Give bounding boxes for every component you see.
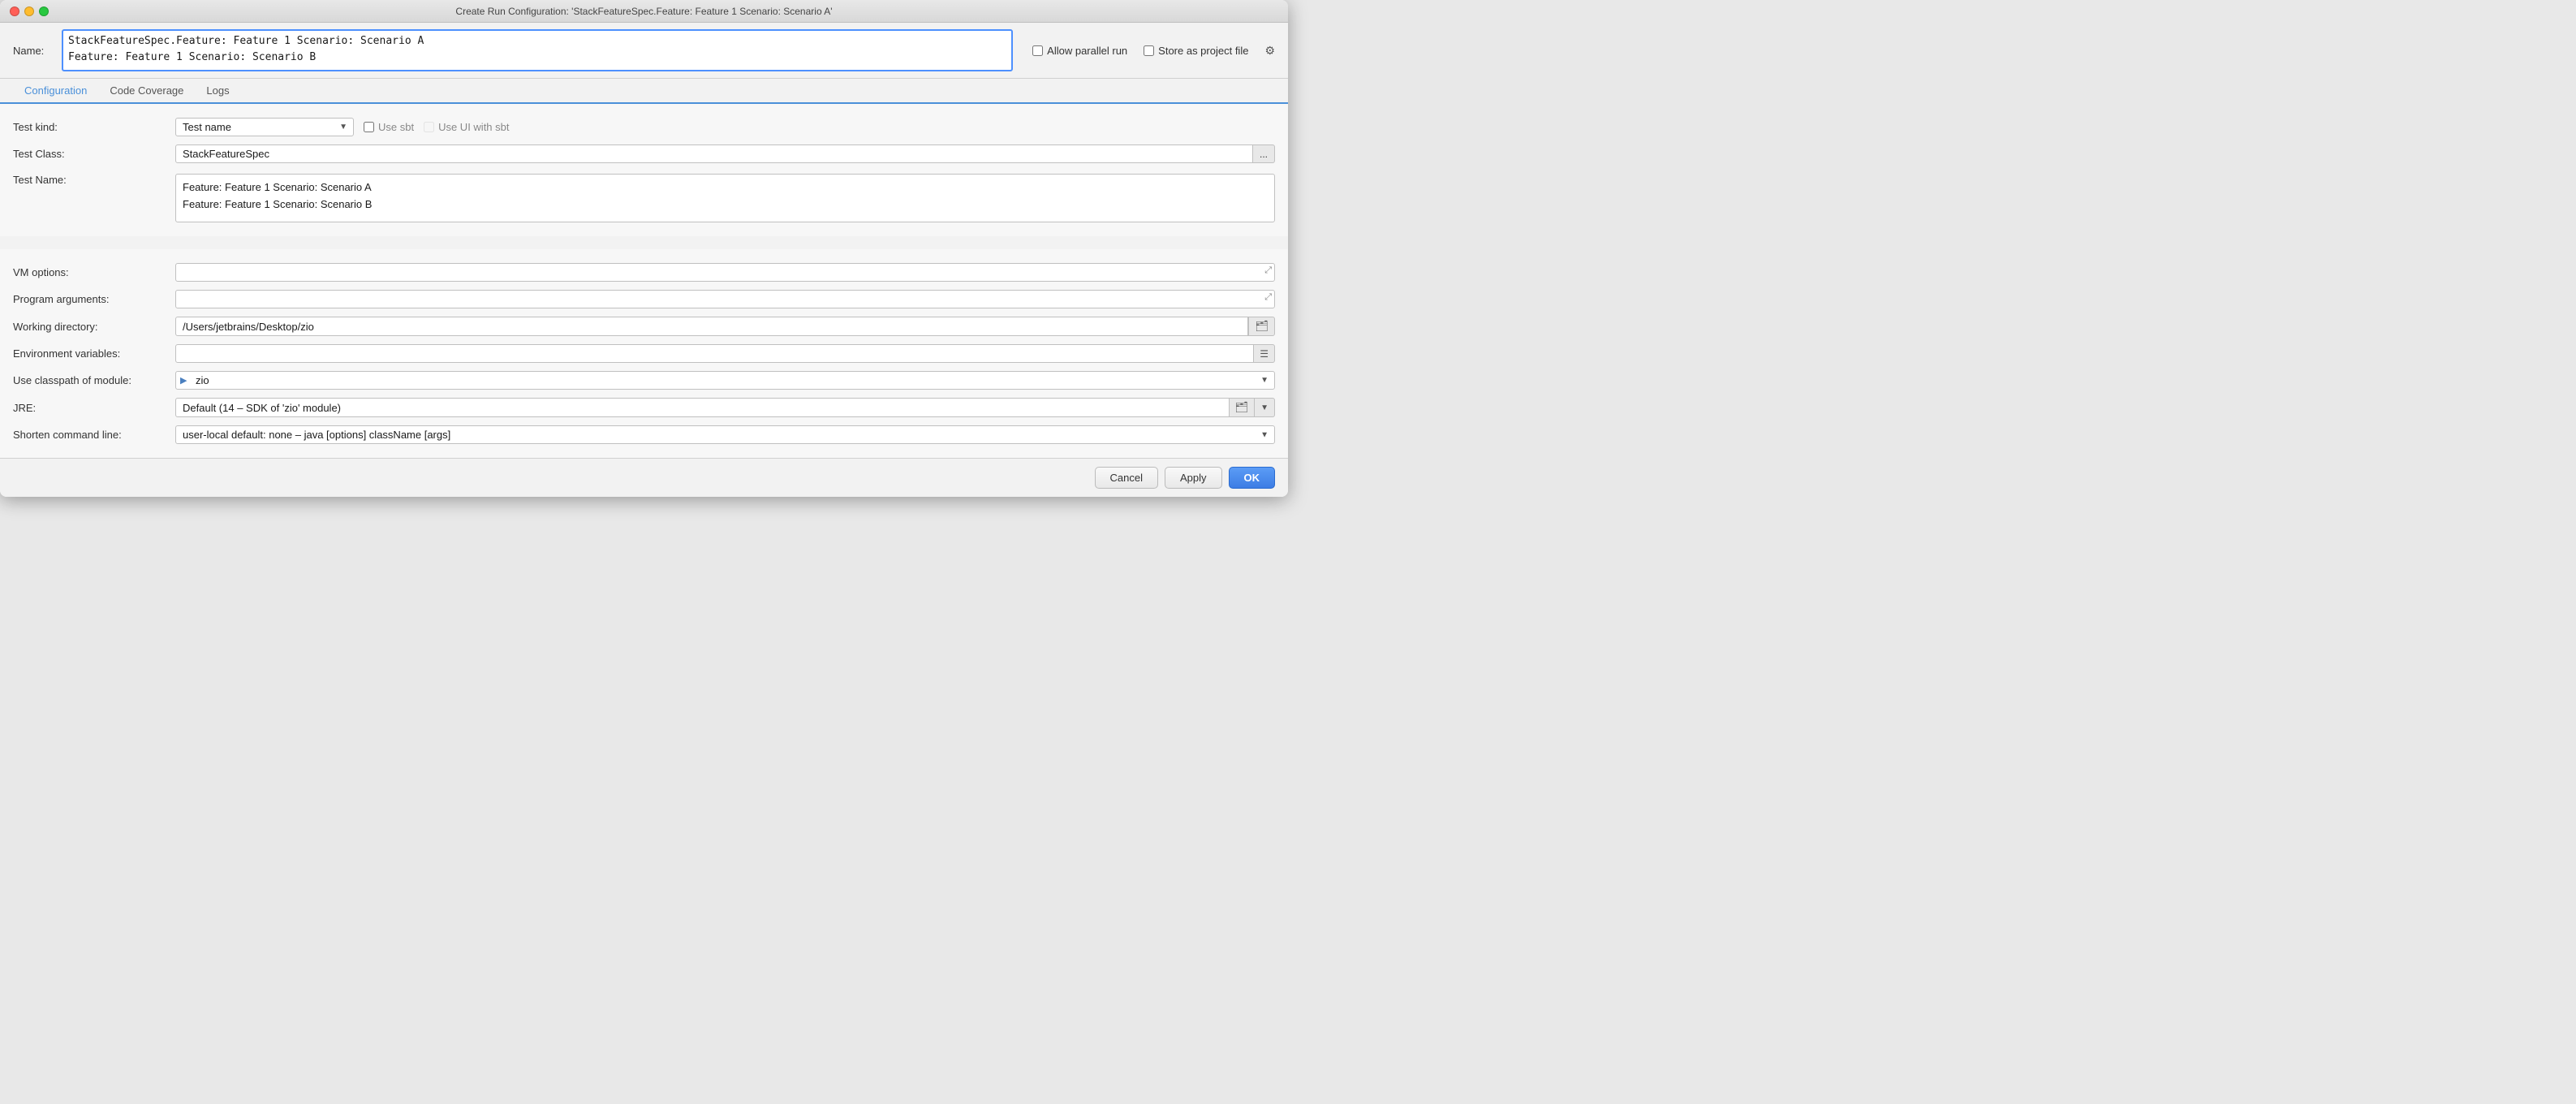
use-sbt-checkbox[interactable] [364, 122, 374, 132]
test-class-input[interactable] [175, 144, 1253, 163]
shorten-label: Shorten command line: [13, 429, 175, 441]
test-kind-select[interactable]: Test name Test class All in package [175, 118, 354, 136]
jre-label: JRE: [13, 402, 175, 414]
vm-options-row: VM options: ⤢ [0, 259, 1288, 286]
test-kind-select-wrapper: Test name Test class All in package ▼ [175, 118, 354, 136]
working-dir-folder-icon[interactable]: 🗂 [1248, 317, 1275, 336]
test-name-area[interactable]: Feature: Feature 1 Scenario: Scenario A … [175, 174, 1275, 222]
program-args-label: Program arguments: [13, 293, 175, 305]
content-area: Test kind: Test name Test class All in p… [0, 104, 1288, 458]
working-dir-label: Working directory: [13, 321, 175, 333]
allow-parallel-run-checkbox-label[interactable]: Allow parallel run [1032, 45, 1127, 57]
test-name-line2: Feature: Feature 1 Scenario: Scenario B [183, 196, 1268, 213]
test-name-row: Test Name: Feature: Feature 1 Scenario: … [0, 167, 1288, 226]
use-ui-with-sbt-checkbox-label: Use UI with sbt [424, 121, 509, 133]
name-label: Name: [13, 45, 52, 57]
bottom-bar: Cancel Apply OK [0, 458, 1288, 497]
jre-dropdown-icon[interactable]: ▼ [1255, 398, 1275, 417]
vm-options-control: ⤢ [175, 263, 1275, 282]
allow-parallel-run-checkbox[interactable] [1032, 45, 1043, 56]
form-section-2: VM options: ⤢ Program arguments: ⤢ Worki… [0, 249, 1288, 458]
cancel-button[interactable]: Cancel [1095, 467, 1158, 489]
ok-button[interactable]: OK [1229, 467, 1276, 489]
jre-row: JRE: 🗂 ▼ [0, 394, 1288, 421]
classpath-module-control: ▶ zio ▼ [175, 371, 1275, 390]
store-as-project-file-checkbox[interactable] [1144, 45, 1154, 56]
test-name-label: Test Name: [13, 174, 175, 186]
working-dir-control: 🗂 [175, 317, 1275, 336]
store-as-project-file-checkbox-label[interactable]: Store as project file [1144, 45, 1248, 57]
program-args-row: Program arguments: ⤢ [0, 286, 1288, 313]
vm-options-input[interactable] [175, 263, 1275, 282]
tab-code-coverage[interactable]: Code Coverage [98, 79, 195, 104]
apply-button[interactable]: Apply [1165, 467, 1222, 489]
env-vars-edit-icon[interactable]: ☰ [1254, 344, 1275, 363]
test-class-row: Test Class: ... [0, 140, 1288, 167]
test-kind-label: Test kind: [13, 121, 175, 133]
test-kind-row: Test kind: Test name Test class All in p… [0, 114, 1288, 140]
gear-icon[interactable]: ⚙ [1264, 44, 1275, 58]
vm-options-label: VM options: [13, 266, 175, 278]
test-class-label: Test Class: [13, 148, 175, 160]
tab-configuration[interactable]: Configuration [13, 79, 98, 104]
program-args-input[interactable] [175, 290, 1275, 308]
use-ui-with-sbt-checkbox [424, 122, 434, 132]
test-name-line1: Feature: Feature 1 Scenario: Scenario A [183, 179, 1268, 196]
env-vars-row: Environment variables: ☰ [0, 340, 1288, 367]
working-dir-input[interactable] [175, 317, 1248, 336]
top-right-options: Allow parallel run Store as project file… [1032, 44, 1275, 58]
section-divider [0, 236, 1288, 249]
classpath-module-select[interactable]: zio [175, 371, 1275, 390]
program-args-control: ⤢ [175, 290, 1275, 308]
use-ui-with-sbt-label: Use UI with sbt [438, 121, 509, 133]
allow-parallel-run-label: Allow parallel run [1047, 45, 1127, 57]
vm-options-expand-icon[interactable]: ⤢ [1264, 265, 1272, 276]
form-section: Test kind: Test name Test class All in p… [0, 104, 1288, 236]
test-class-control: ... [175, 144, 1275, 163]
env-vars-control: ☰ [175, 344, 1275, 363]
window-title: Create Run Configuration: 'StackFeatureS… [455, 6, 832, 17]
use-sbt-label: Use sbt [378, 121, 414, 133]
name-bar: Name: StackFeatureSpec.Feature: Feature … [0, 23, 1288, 79]
use-sbt-checkbox-label[interactable]: Use sbt [364, 121, 414, 133]
classpath-module-label: Use classpath of module: [13, 374, 175, 386]
tab-logs[interactable]: Logs [195, 79, 240, 104]
name-input[interactable]: StackFeatureSpec.Feature: Feature 1 Scen… [62, 29, 1013, 71]
main-window: Create Run Configuration: 'StackFeatureS… [0, 0, 1288, 497]
jre-folder-icon[interactable]: 🗂 [1230, 398, 1256, 417]
tabs-bar: Configuration Code Coverage Logs [0, 79, 1288, 104]
shorten-row: Shorten command line: user-local default… [0, 421, 1288, 448]
maximize-button[interactable] [39, 6, 49, 16]
shorten-control: user-local default: none – java [options… [175, 425, 1275, 444]
working-dir-row: Working directory: 🗂 [0, 313, 1288, 340]
env-vars-label: Environment variables: [13, 347, 175, 360]
jre-control: 🗂 ▼ [175, 398, 1275, 417]
env-vars-input[interactable] [175, 344, 1254, 363]
test-class-browse-button[interactable]: ... [1253, 144, 1275, 163]
test-kind-control: Test name Test class All in package ▼ Us… [175, 118, 1275, 136]
classpath-module-row: Use classpath of module: ▶ zio ▼ [0, 367, 1288, 394]
shorten-select[interactable]: user-local default: none – java [options… [175, 425, 1275, 444]
minimize-button[interactable] [24, 6, 34, 16]
titlebar: Create Run Configuration: 'StackFeatureS… [0, 0, 1288, 23]
traffic-lights [10, 6, 49, 16]
store-as-project-file-label: Store as project file [1158, 45, 1248, 57]
close-button[interactable] [10, 6, 19, 16]
jre-input[interactable] [175, 398, 1230, 417]
program-args-expand-icon[interactable]: ⤢ [1264, 292, 1272, 303]
